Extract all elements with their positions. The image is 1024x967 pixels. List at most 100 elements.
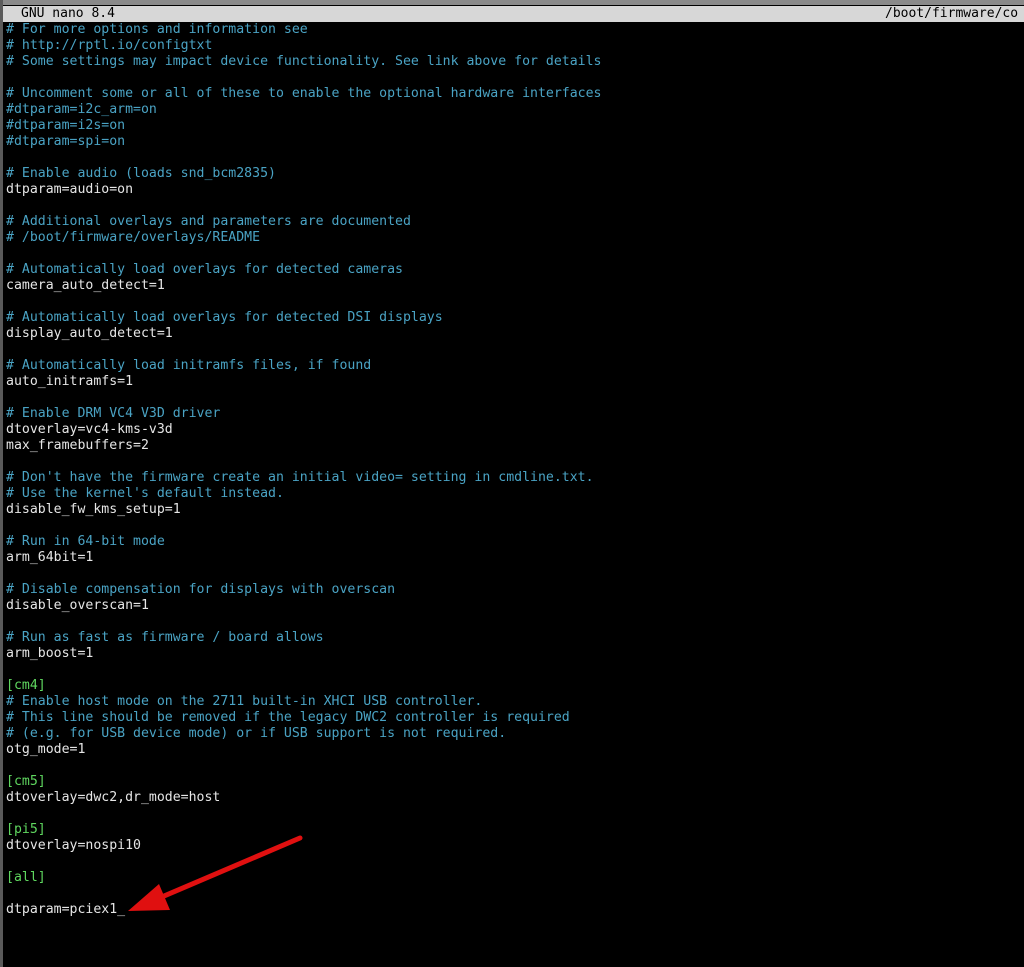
comment-line[interactable]: # /boot/firmware/overlays/README: [6, 230, 1024, 246]
line-text: # Enable DRM VC4 V3D driver: [6, 406, 221, 421]
line-text: # Automatically load initramfs files, if…: [6, 358, 372, 373]
comment-line[interactable]: # This line should be removed if the leg…: [6, 710, 1024, 726]
line-text: # Run as fast as firmware / board allows: [6, 630, 324, 645]
file-path-label: /boot/firmware/co: [885, 6, 1019, 21]
line-text: disable_fw_kms_setup=1: [6, 502, 181, 517]
config-line[interactable]: disable_overscan=1: [6, 598, 1024, 614]
line-text: # (e.g. for USB device mode) or if USB s…: [6, 726, 507, 741]
comment-line[interactable]: #dtparam=i2s=on: [6, 118, 1024, 134]
blank-line[interactable]: [6, 518, 1024, 534]
line-text: #dtparam=i2s=on: [6, 118, 126, 133]
config-line[interactable]: dtparam=pciex1_: [6, 902, 1024, 918]
line-text: # Don't have the firmware create an init…: [6, 470, 594, 485]
blank-line[interactable]: [6, 70, 1024, 86]
line-text: # Additional overlays and parameters are…: [6, 214, 411, 229]
line-text: # This line should be removed if the leg…: [6, 710, 570, 725]
window-left-border: [0, 0, 3, 967]
section-header-line[interactable]: [cm4]: [6, 678, 1024, 694]
line-text: [cm4]: [6, 678, 46, 693]
config-line[interactable]: camera_auto_detect=1: [6, 278, 1024, 294]
line-text: [pi5]: [6, 822, 46, 837]
line-text: # Uncomment some or all of these to enab…: [6, 86, 602, 101]
comment-line[interactable]: # Enable DRM VC4 V3D driver: [6, 406, 1024, 422]
comment-line[interactable]: #dtparam=spi=on: [6, 134, 1024, 150]
comment-line[interactable]: # (e.g. for USB device mode) or if USB s…: [6, 726, 1024, 742]
config-line[interactable]: max_framebuffers=2: [6, 438, 1024, 454]
line-text: max_framebuffers=2: [6, 438, 149, 453]
config-line[interactable]: arm_64bit=1: [6, 550, 1024, 566]
comment-line[interactable]: # Run in 64-bit mode: [6, 534, 1024, 550]
line-text: # Run in 64-bit mode: [6, 534, 165, 549]
config-line[interactable]: dtparam=audio=on: [6, 182, 1024, 198]
line-text: #dtparam=spi=on: [6, 134, 126, 149]
blank-line[interactable]: [6, 150, 1024, 166]
config-line[interactable]: dtoverlay=dwc2,dr_mode=host: [6, 790, 1024, 806]
blank-line[interactable]: [6, 342, 1024, 358]
line-text: dtoverlay=nospi10: [6, 838, 141, 853]
blank-line[interactable]: [6, 198, 1024, 214]
line-text: arm_boost=1: [6, 646, 94, 661]
config-line[interactable]: disable_fw_kms_setup=1: [6, 502, 1024, 518]
line-text: # Some settings may impact device functi…: [6, 54, 602, 69]
line-text: # Automatically load overlays for detect…: [6, 262, 403, 277]
nano-version-label: GNU nano 8.4: [21, 6, 115, 21]
line-text: auto_initramfs=1: [6, 374, 134, 389]
line-text: dtoverlay=dwc2,dr_mode=host: [6, 790, 221, 805]
line-text: [all]: [6, 870, 46, 885]
section-header-line[interactable]: [cm5]: [6, 774, 1024, 790]
comment-line[interactable]: # Automatically load overlays for detect…: [6, 262, 1024, 278]
config-line[interactable]: dtoverlay=vc4-kms-v3d: [6, 422, 1024, 438]
blank-line[interactable]: [6, 294, 1024, 310]
config-line[interactable]: auto_initramfs=1: [6, 374, 1024, 390]
comment-line[interactable]: # Use the kernel's default instead.: [6, 486, 1024, 502]
config-line[interactable]: arm_boost=1: [6, 646, 1024, 662]
comment-line[interactable]: # Automatically load initramfs files, if…: [6, 358, 1024, 374]
line-text: # For more options and information see: [6, 22, 308, 37]
config-line[interactable]: dtoverlay=nospi10: [6, 838, 1024, 854]
comment-line[interactable]: # Disable compensation for displays with…: [6, 582, 1024, 598]
line-text: # Automatically load overlays for detect…: [6, 310, 443, 325]
comment-line[interactable]: # Uncomment some or all of these to enab…: [6, 86, 1024, 102]
comment-line[interactable]: # Enable host mode on the 2711 built-in …: [6, 694, 1024, 710]
line-text: # /boot/firmware/overlays/README: [6, 230, 261, 245]
line-text: arm_64bit=1: [6, 550, 94, 565]
comment-line[interactable]: # For more options and information see: [6, 22, 1024, 38]
line-text: otg_mode=1: [6, 742, 86, 757]
line-text: #dtparam=i2c_arm=on: [6, 102, 157, 117]
line-text: # Use the kernel's default instead.: [6, 486, 284, 501]
comment-line[interactable]: # Don't have the firmware create an init…: [6, 470, 1024, 486]
line-text: # http://rptl.io/configtxt: [6, 38, 213, 53]
section-header-line[interactable]: [all]: [6, 870, 1024, 886]
blank-line[interactable]: [6, 806, 1024, 822]
terminal-window[interactable]: GNU nano 8.4 /boot/firmware/co # For mor…: [0, 0, 1024, 967]
comment-line[interactable]: #dtparam=i2c_arm=on: [6, 102, 1024, 118]
blank-line[interactable]: [6, 454, 1024, 470]
blank-line[interactable]: [6, 246, 1024, 262]
blank-line[interactable]: [6, 854, 1024, 870]
comment-line[interactable]: # Some settings may impact device functi…: [6, 54, 1024, 70]
config-line[interactable]: display_auto_detect=1: [6, 326, 1024, 342]
line-text: camera_auto_detect=1: [6, 278, 165, 293]
comment-line[interactable]: # Run as fast as firmware / board allows: [6, 630, 1024, 646]
line-text: # Enable host mode on the 2711 built-in …: [6, 694, 483, 709]
comment-line[interactable]: # Additional overlays and parameters are…: [6, 214, 1024, 230]
blank-line[interactable]: [6, 390, 1024, 406]
line-text: [cm5]: [6, 774, 46, 789]
config-line[interactable]: otg_mode=1: [6, 742, 1024, 758]
blank-line[interactable]: [6, 758, 1024, 774]
line-text: # Disable compensation for displays with…: [6, 582, 396, 597]
editor-text-area[interactable]: # For more options and information see # …: [6, 22, 1024, 918]
comment-line[interactable]: # http://rptl.io/configtxt: [6, 38, 1024, 54]
comment-line[interactable]: # Enable audio (loads snd_bcm2835): [6, 166, 1024, 182]
window-top-border: [0, 0, 1024, 5]
comment-line[interactable]: # Automatically load overlays for detect…: [6, 310, 1024, 326]
blank-line[interactable]: [6, 614, 1024, 630]
section-header-line[interactable]: [pi5]: [6, 822, 1024, 838]
blank-line[interactable]: [6, 662, 1024, 678]
text-cursor: _: [117, 902, 126, 917]
line-text: disable_overscan=1: [6, 598, 149, 613]
line-text: dtparam=audio=on: [6, 182, 134, 197]
blank-line[interactable]: [6, 566, 1024, 582]
blank-line[interactable]: [6, 886, 1024, 902]
line-text: display_auto_detect=1: [6, 326, 173, 341]
